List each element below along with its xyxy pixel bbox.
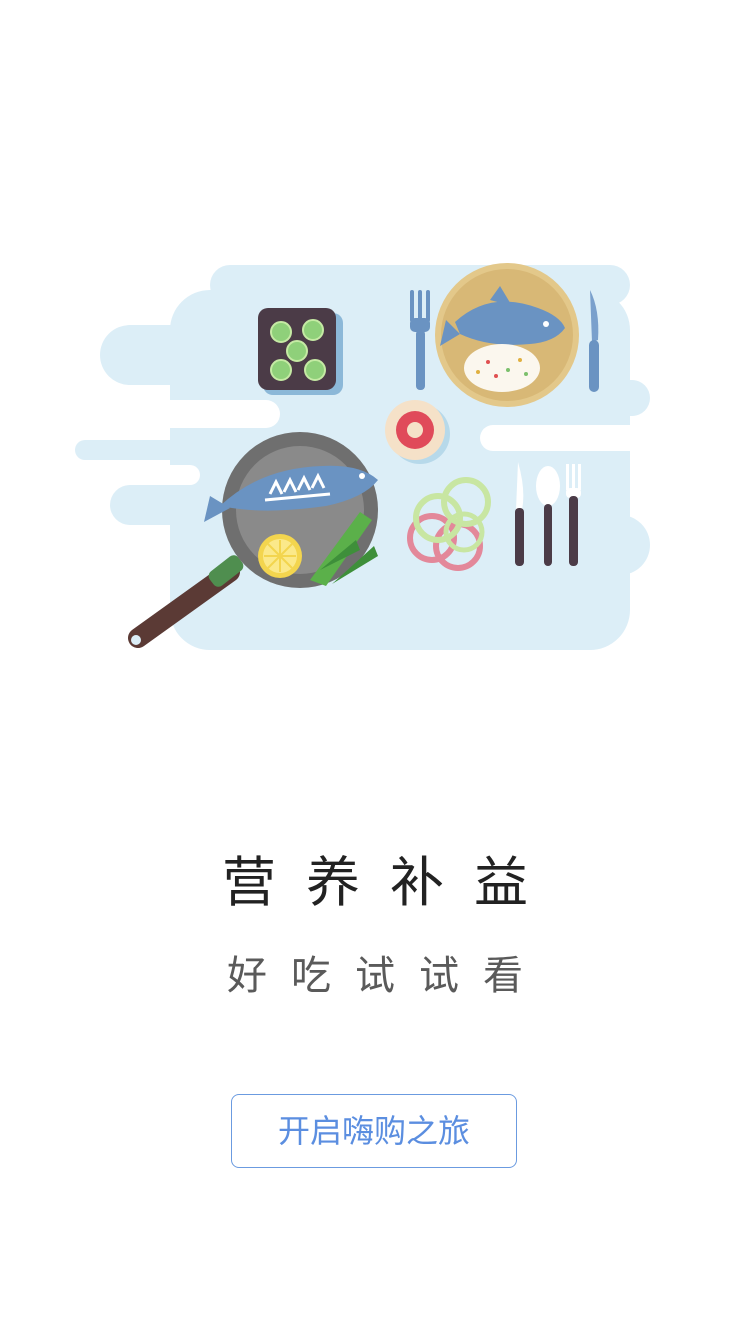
olive-box-icon bbox=[258, 308, 343, 395]
fish-plate-icon bbox=[435, 263, 579, 407]
start-journey-button[interactable]: 开启嗨购之旅 bbox=[231, 1094, 517, 1168]
page-title: 营养补益 bbox=[222, 851, 558, 914]
page-subtitle: 好吃试试看 bbox=[227, 953, 547, 999]
food-table-illustration bbox=[60, 250, 680, 680]
